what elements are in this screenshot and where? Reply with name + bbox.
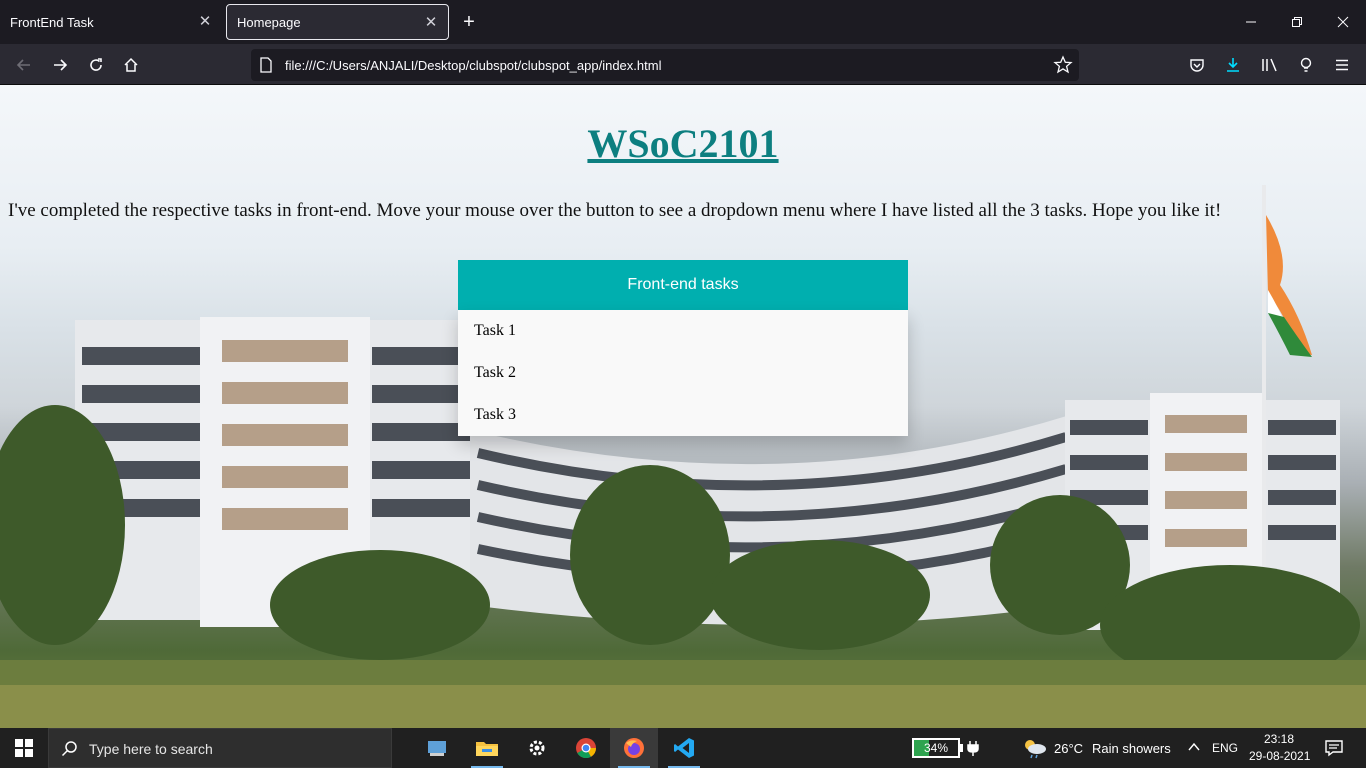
dropdown-item-task-2[interactable]: Task 2 [458, 352, 908, 394]
weather-temperature[interactable]: 26°C [1054, 741, 1083, 756]
weather-rain-icon[interactable] [1022, 737, 1048, 759]
search-placeholder: Type here to search [89, 741, 213, 757]
hamburger-menu-icon [1336, 59, 1348, 71]
windows-logo-icon [15, 739, 33, 757]
close-icon [1337, 16, 1349, 28]
battery-indicator[interactable]: 34% [912, 738, 963, 758]
library-button[interactable] [1257, 52, 1283, 78]
lightbulb-icon [1300, 57, 1312, 72]
reload-icon [90, 58, 102, 71]
minimize-icon [1246, 21, 1256, 23]
home-icon [124, 57, 138, 72]
windows-taskbar: Type here to search 34% 26°C Rain shower… [0, 728, 1366, 768]
pocket-icon [1190, 59, 1204, 72]
power-plug-icon [967, 741, 979, 756]
tab-strip: FrontEnd Task ✕ Homepage ✕ + [0, 0, 1366, 44]
download-icon [1227, 58, 1239, 72]
vscode-icon [674, 738, 694, 758]
front-end-tasks-button[interactable]: Front-end tasks [458, 260, 908, 310]
start-button[interactable] [0, 728, 48, 768]
forward-arrow-icon [54, 59, 68, 71]
web-page: WSoC2101 I've completed the respective t… [0, 85, 1366, 728]
battery-percent: 34% [923, 741, 949, 755]
close-tab-icon[interactable]: ✕ [196, 12, 214, 30]
intro-paragraph: I've completed the respective tasks in f… [8, 200, 1222, 221]
firefox-icon [624, 738, 644, 758]
close-window-button[interactable] [1320, 0, 1366, 44]
vscode-button[interactable] [660, 728, 708, 768]
downloads-button[interactable] [1220, 52, 1246, 78]
chevron-up-icon[interactable] [1188, 742, 1200, 752]
reload-button[interactable] [83, 52, 109, 78]
tab-homepage[interactable]: Homepage ✕ [226, 4, 449, 40]
chrome-button[interactable] [562, 728, 610, 768]
dropdown-item-task-1[interactable]: Task 1 [458, 310, 908, 352]
taskbar-search-box[interactable]: Type here to search [48, 728, 392, 768]
dropdown-item-task-3[interactable]: Task 3 [458, 394, 908, 436]
clock-time[interactable]: 23:18 [1264, 732, 1294, 746]
tab-title: FrontEnd Task [10, 14, 94, 30]
forward-button[interactable] [47, 52, 73, 78]
new-tab-button[interactable]: + [458, 12, 480, 34]
settings-button[interactable] [513, 728, 561, 768]
language-indicator[interactable]: ENG [1212, 741, 1238, 755]
search-icon [61, 741, 77, 757]
menu-button[interactable] [1329, 52, 1355, 78]
pocket-button[interactable] [1184, 52, 1210, 78]
chrome-icon [576, 738, 597, 759]
navigation-toolbar: file:///C:/Users/ANJALI/Desktop/clubspot… [0, 44, 1366, 85]
settings-icon [529, 740, 545, 756]
library-icon [1262, 58, 1277, 72]
home-button[interactable] [118, 52, 144, 78]
file-explorer-icon [476, 742, 498, 756]
notification-center-icon[interactable] [1325, 739, 1343, 757]
firefox-button[interactable] [610, 728, 658, 768]
bookmark-star-icon[interactable] [1053, 55, 1073, 75]
back-arrow-icon [16, 59, 30, 71]
page-title[interactable]: WSoC2101 [0, 120, 1366, 167]
extension-button[interactable] [1293, 52, 1319, 78]
close-tab-icon[interactable]: ✕ [422, 13, 440, 31]
weather-condition[interactable]: Rain showers [1092, 741, 1171, 756]
url-text: file:///C:/Users/ANJALI/Desktop/clubspot… [285, 58, 662, 73]
page-icon [260, 57, 272, 73]
file-explorer-button[interactable] [463, 728, 511, 768]
minimize-button[interactable] [1228, 0, 1274, 44]
back-button[interactable] [11, 52, 37, 78]
clock-date[interactable]: 29-08-2021 [1249, 749, 1310, 763]
tasks-dropdown-menu: Task 1 Task 2 Task 3 [458, 310, 908, 436]
task-view-icon [428, 741, 446, 756]
restore-button[interactable] [1274, 0, 1320, 44]
restore-icon [1292, 17, 1302, 27]
task-view-button[interactable] [414, 728, 462, 768]
tab-frontend-task[interactable]: FrontEnd Task ✕ [0, 0, 222, 44]
tab-title: Homepage [237, 14, 301, 30]
address-bar[interactable]: file:///C:/Users/ANJALI/Desktop/clubspot… [251, 49, 1079, 81]
